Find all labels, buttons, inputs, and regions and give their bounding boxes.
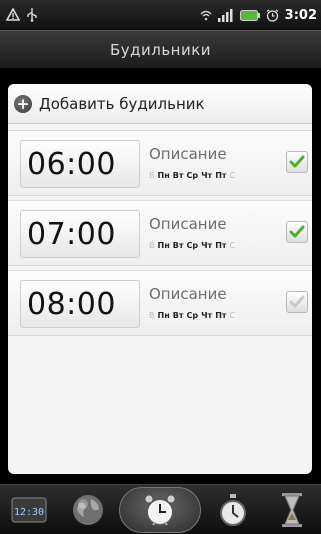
tab-timer[interactable] xyxy=(265,488,319,532)
wifi-icon xyxy=(200,9,212,21)
signal-icon xyxy=(217,8,234,22)
tab-clock[interactable]: 12:30 xyxy=(2,488,56,532)
day-label: С xyxy=(229,171,236,180)
day-label: В xyxy=(149,311,155,320)
alarm-clock-icon xyxy=(144,494,176,526)
tab-alarm[interactable] xyxy=(119,486,202,533)
day-label: Пн xyxy=(157,311,170,320)
day-label: Вт xyxy=(172,311,184,320)
alarm-days: В Пн Вт Ср Чт Пт С xyxy=(149,241,235,250)
alarm-list: 06:00 Описание В Пн Вт Ср Чт Пт С 07:00 … xyxy=(8,130,312,340)
stopwatch-icon xyxy=(220,493,247,526)
alarm-description: Описание xyxy=(149,215,227,233)
check-icon xyxy=(289,295,305,308)
digital-clock-icon: 12:30 xyxy=(11,497,47,522)
alarm-description: Описание xyxy=(149,145,227,163)
alarm-time[interactable]: 08:00 xyxy=(20,280,140,328)
alarm-toggle-checkbox[interactable] xyxy=(286,151,308,173)
check-icon xyxy=(289,225,305,238)
battery-icon xyxy=(239,9,260,21)
alarm-item[interactable]: 06:00 Описание В Пн Вт Ср Чт Пт С xyxy=(8,130,312,196)
status-time: 3:02 xyxy=(284,7,317,23)
alarm-time[interactable]: 06:00 xyxy=(20,140,140,188)
alarm-toggle-checkbox[interactable] xyxy=(286,291,308,313)
day-label: Вт xyxy=(172,171,184,180)
day-label: Пт xyxy=(215,171,227,180)
tab-stopwatch[interactable] xyxy=(206,488,260,532)
day-label: Вт xyxy=(172,241,184,250)
alarm-time[interactable]: 07:00 xyxy=(20,210,140,258)
alarm-item[interactable]: 07:00 Описание В Пн Вт Ср Чт Пт С xyxy=(8,200,312,266)
check-icon xyxy=(289,155,305,168)
day-label: Ср xyxy=(186,171,199,180)
digital-clock-label: 12:30 xyxy=(14,507,44,518)
alarm-list-panel: + Добавить будильник 06:00 Описание В Пн… xyxy=(8,84,312,474)
bottom-tab-bar: 12:30 xyxy=(0,484,321,534)
day-label: В xyxy=(149,171,155,180)
alarm-description: Описание xyxy=(149,285,227,303)
alert-icon xyxy=(6,8,20,22)
page-title: Будильники xyxy=(109,40,212,59)
alarm-days: В Пн Вт Ср Чт Пт С xyxy=(149,171,235,180)
tab-world-clock[interactable] xyxy=(61,488,115,532)
hourglass-icon xyxy=(281,492,302,527)
day-label: С xyxy=(229,311,236,320)
add-alarm-label: Добавить будильник xyxy=(39,94,205,113)
usb-icon xyxy=(26,8,38,22)
day-label: Чт xyxy=(201,241,213,250)
day-label: Пт xyxy=(215,241,227,250)
day-label: С xyxy=(229,241,236,250)
plus-icon: + xyxy=(14,94,32,113)
day-label: Пн xyxy=(157,171,170,180)
day-label: Пн xyxy=(157,241,170,250)
day-label: Пт xyxy=(215,311,227,320)
alarm-item[interactable]: 08:00 Описание В Пн Вт Ср Чт Пт С xyxy=(8,270,312,336)
status-bar: 3:02 xyxy=(0,0,321,30)
day-label: В xyxy=(149,241,155,250)
day-label: Чт xyxy=(201,311,213,320)
alarm-toggle-checkbox[interactable] xyxy=(286,221,308,243)
globe-icon xyxy=(72,494,103,525)
day-label: Ср xyxy=(186,311,199,320)
day-label: Чт xyxy=(201,171,213,180)
add-alarm-button[interactable]: + Добавить будильник xyxy=(8,84,312,124)
header-bar: Будильники xyxy=(0,30,321,68)
day-label: Ср xyxy=(186,241,199,250)
alarm-days: В Пн Вт Ср Чт Пт С xyxy=(149,311,235,320)
alarm-clock-icon xyxy=(266,8,279,22)
